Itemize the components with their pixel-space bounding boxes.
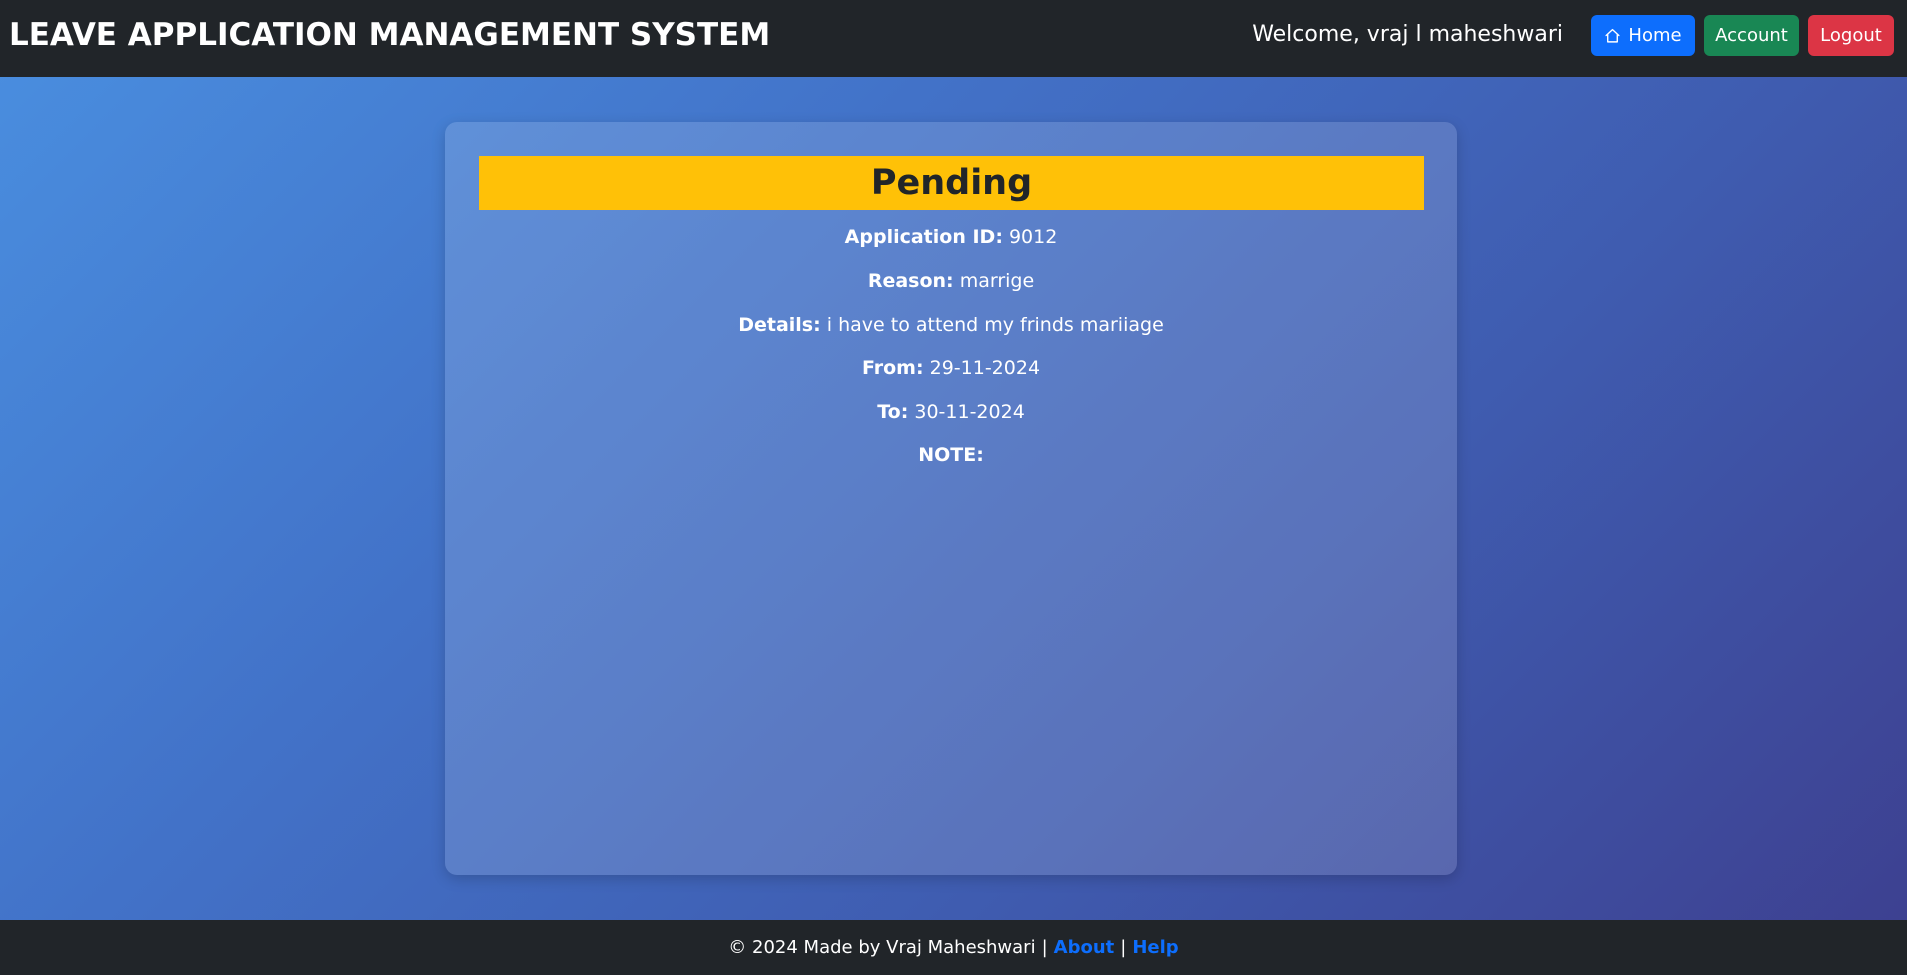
account-button[interactable]: Account xyxy=(1704,15,1799,56)
field-label: Details: xyxy=(738,314,821,336)
home-button[interactable]: Home xyxy=(1591,15,1695,56)
field-value: 9012 xyxy=(1008,226,1058,248)
footer-copyright: © 2024 Made by Vraj Maheshwari xyxy=(728,937,1036,958)
application-id-row: Application ID: 9012 xyxy=(445,226,1457,248)
about-link[interactable]: About xyxy=(1054,937,1115,958)
logout-button-label: Logout xyxy=(1820,25,1882,46)
navbar: LEAVE APPLICATION MANAGEMENT SYSTEM Welc… xyxy=(0,0,1907,77)
account-button-label: Account xyxy=(1715,25,1788,46)
from-date-row: From: 29-11-2024 xyxy=(445,357,1457,379)
home-button-label: Home xyxy=(1628,25,1682,46)
logout-button[interactable]: Logout xyxy=(1808,15,1894,56)
details-row: Details: i have to attend my frinds mari… xyxy=(445,314,1457,336)
status-label: Pending xyxy=(870,163,1033,203)
help-link[interactable]: Help xyxy=(1132,937,1178,958)
field-value: 29-11-2024 xyxy=(929,357,1041,379)
footer-separator: | xyxy=(1120,937,1127,958)
field-label: From: xyxy=(861,357,924,379)
field-value: marrige xyxy=(959,270,1035,292)
application-card: Pending Application ID: 9012 Reason: mar… xyxy=(445,122,1457,875)
status-banner: Pending xyxy=(479,156,1424,210)
field-label: NOTE: xyxy=(918,444,984,466)
field-label: To: xyxy=(877,401,909,423)
home-icon xyxy=(1605,28,1620,43)
field-value: i have to attend my frinds mariiage xyxy=(826,314,1164,336)
field-label: Reason: xyxy=(867,270,954,292)
note-row: NOTE: xyxy=(445,444,1457,466)
welcome-text: Welcome, vraj l maheshwari xyxy=(1252,22,1563,47)
footer-separator: | xyxy=(1041,937,1048,958)
app-title: LEAVE APPLICATION MANAGEMENT SYSTEM xyxy=(9,17,771,53)
footer: © 2024 Made by Vraj Maheshwari | About |… xyxy=(0,920,1907,975)
field-value: 30-11-2024 xyxy=(914,401,1025,423)
reason-row: Reason: marrige xyxy=(445,270,1457,292)
to-date-row: To: 30-11-2024 xyxy=(445,401,1457,423)
field-label: Application ID: xyxy=(844,226,1003,248)
